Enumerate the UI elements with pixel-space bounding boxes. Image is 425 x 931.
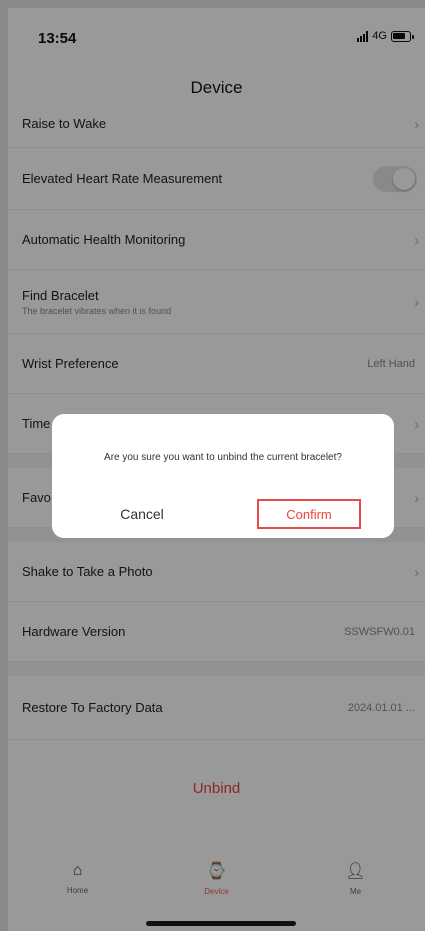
unbind-confirm-dialog: Are you sure you want to unbind the curr…: [52, 414, 394, 538]
cancel-button[interactable]: Cancel: [82, 506, 202, 522]
dialog-message: Are you sure you want to unbind the curr…: [104, 452, 342, 463]
confirm-button[interactable]: Confirm: [257, 499, 361, 529]
device-screen: 13:54 4G Device Raise to Wake › Elevated…: [8, 8, 425, 931]
home-indicator[interactable]: [146, 921, 296, 926]
